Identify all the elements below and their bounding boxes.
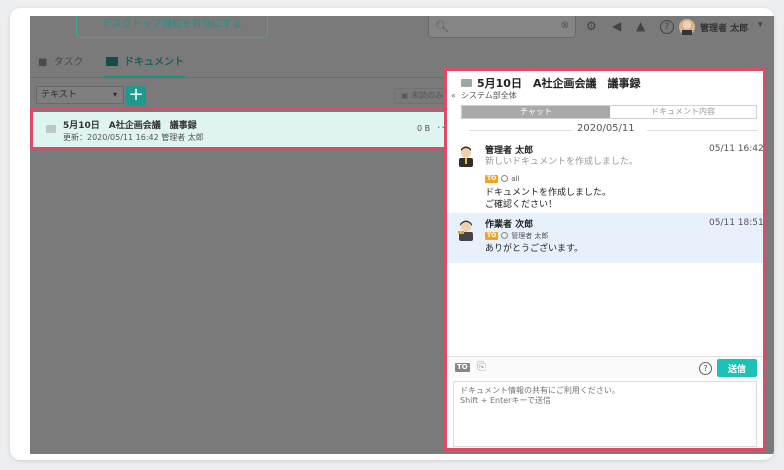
tab-document[interactable]: ドキュメント [104,56,186,78]
highlight-document-row [30,107,457,150]
message-line: ご確認ください！ [485,200,558,210]
message-line: ドキュメントを作成しました。 [485,188,612,198]
panel-title-text: 5月10日 A社企画会議 議事録 [477,77,641,90]
clear-search-icon[interactable]: ⊗ [561,20,569,31]
to-line: TO 管理者 太郎 [485,231,548,241]
panel-subtitle: システム部全体 [461,91,517,100]
help-icon[interactable]: ? [699,362,712,375]
document-icon [106,57,118,66]
unread-only-button[interactable]: ▣ 未読のみ [394,88,450,104]
to-tag: TO [485,232,499,240]
user-name[interactable]: 管理者 太郎 [700,21,748,34]
gear-icon[interactable]: ⚙ [586,19,597,33]
content-tabs: ■ タスク ドキュメント [30,52,450,78]
to-line: TO all [485,175,519,183]
paperclip-icon[interactable]: ⎘ [477,360,486,374]
chevron-down-icon[interactable]: ▾ [758,20,763,30]
type-select[interactable]: テキスト ▾ [36,86,124,104]
tab-document-label: ドキュメント [124,57,184,68]
divider [647,130,757,131]
desktop-notify-button[interactable]: デスクトップ通知を有効にする [76,16,268,38]
chat-message: 作業者 次郎 05/11 18:51 TO 管理者 太郎 ありがとうございます。 [447,213,763,263]
message-author: 管理者 太郎 [485,146,534,156]
tab-chat[interactable]: チャット [462,106,610,118]
document-detail-panel: 5月10日 A社企画会議 議事録 « システム部全体 チャット ドキュメント内容… [444,68,766,451]
help-icon[interactable]: ? [660,20,674,34]
user-silhouette-icon[interactable]: ▲ [636,19,645,33]
message-author: 作業者 次郎 [485,220,534,230]
date-separator: 2020/05/11 [447,123,763,137]
megaphone-icon[interactable]: ◀ [612,19,621,33]
search-box[interactable]: 🔍︎ ⊗ [428,16,576,38]
group-icon [501,175,509,182]
composer-toolbar: TO ⎘ ? 送信 [447,356,763,378]
top-bar: デスクトップ通知を有効にする 🔍︎ ⊗ ⚙ ◀ ▲ ? 管理者 太郎 ▾ [30,16,774,46]
user-avatar-mini-icon [501,232,509,239]
avatar[interactable] [455,145,477,167]
message-input[interactable] [453,381,757,447]
search-input[interactable] [449,19,539,33]
divider [469,130,579,131]
filter-row: テキスト ▾ + ▣ 未読のみ [30,86,460,108]
collapse-icon[interactable]: « [451,91,456,100]
unread-only-label: 未読のみ [411,91,444,100]
tab-task-label: タスク [53,57,84,68]
to-target: 管理者 太郎 [511,232,549,240]
type-select-value: テキスト [41,90,77,100]
message-system-text: 新しいドキュメントを作成しました。 [485,157,639,167]
panel-segment-tabs: チャット ドキュメント内容 [461,105,757,119]
task-icon: ■ [38,57,48,68]
tab-document-content[interactable]: ドキュメント内容 [610,106,756,118]
chevron-down-icon: ▾ [112,90,117,99]
add-document-button[interactable]: + [126,86,146,106]
to-button[interactable]: TO [455,363,470,372]
search-icon: 🔍︎ [435,20,449,33]
tab-task[interactable]: ■ タスク [38,56,83,76]
date-label: 2020/05/11 [572,123,640,134]
message-line: ありがとうございます。 [485,244,584,254]
document-icon [461,79,472,87]
panel-title: 5月10日 A社企画会議 議事録 [461,75,640,91]
send-button[interactable]: 送信 [717,359,757,377]
message-time: 05/11 18:51 [709,218,764,228]
chat-message: 管理者 太郎 05/11 16:42 新しいドキュメントを作成しました。 TO a… [447,139,763,213]
to-target: all [511,175,520,183]
message-time: 05/11 16:42 [709,144,764,154]
chat-bubble-icon: ▣ [400,91,409,100]
to-tag: TO [485,175,499,183]
user-avatar[interactable] [678,18,696,36]
avatar[interactable] [455,219,477,241]
